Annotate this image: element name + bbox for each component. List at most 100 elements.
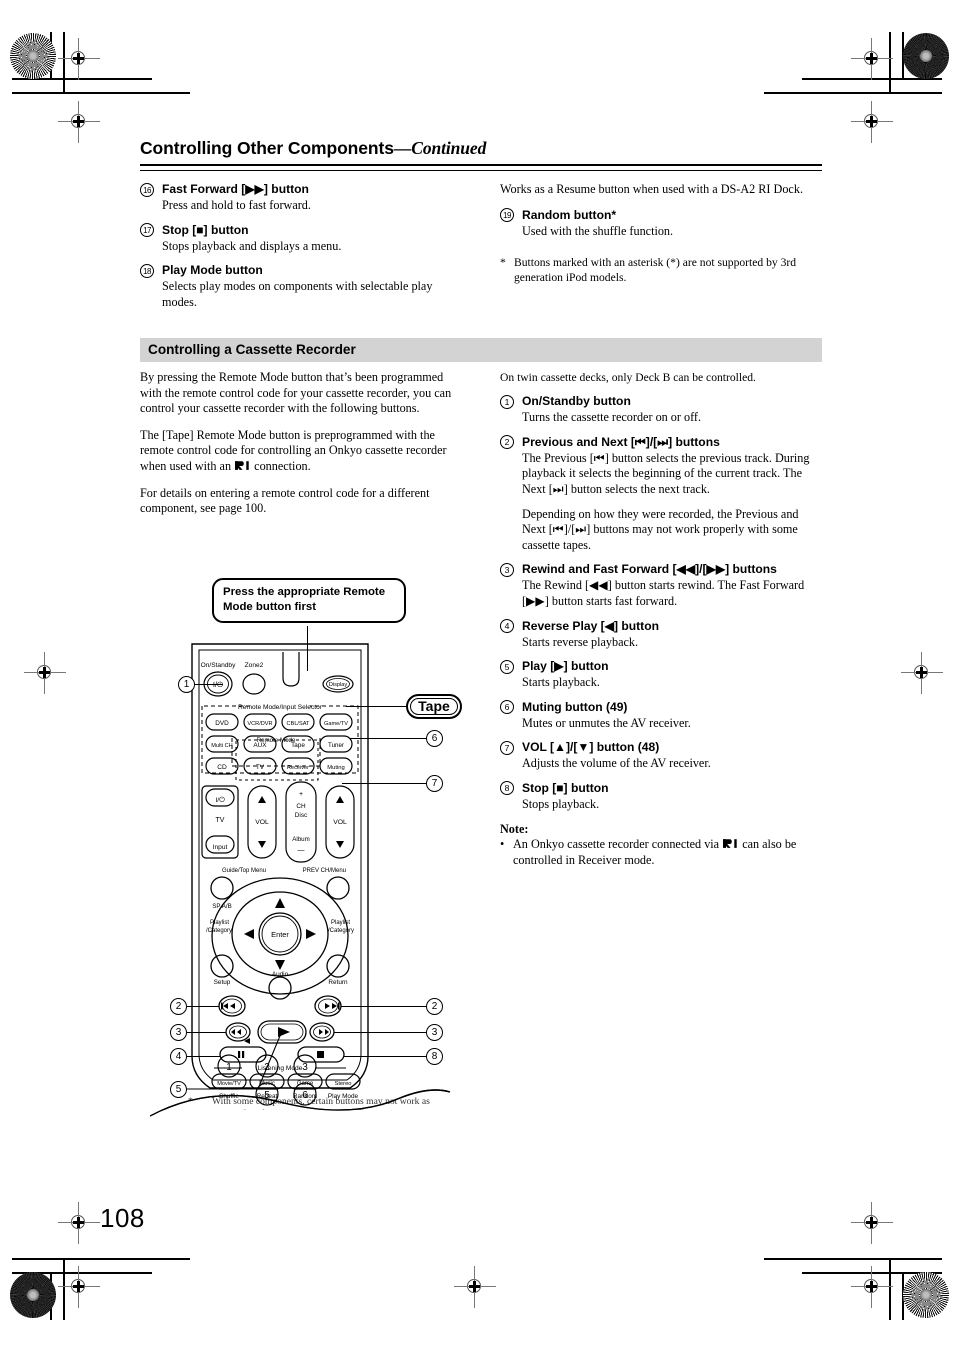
item-body-7: Adjusts the volume of the AV receiver. <box>522 756 711 771</box>
section-title: Controlling a Cassette Recorder <box>148 342 356 357</box>
item-heading-16: Fast Forward [▶▶] button <box>162 182 309 196</box>
resume-paragraph: Works as a Resume button when used with … <box>500 182 803 196</box>
list-item-16: 16 Fast Forward [▶▶] button Press and ho… <box>140 182 462 214</box>
torn-edge-graphic <box>150 1089 480 1134</box>
asterisk-footnote: * Buttons marked with an asterisk (*) ar… <box>500 255 822 285</box>
intro-paragraph-3: For details on entering a remote control… <box>140 485 430 516</box>
item-body-2-extra: Depending on how they were recorded, the… <box>522 506 799 552</box>
list-item-6: 6 Muting button (49) Mutes or unmutes th… <box>500 700 822 732</box>
item-number-19: 19 <box>500 208 514 223</box>
list-item-7: 7 VOL [▲]/[▼] button (48) Adjusts the vo… <box>500 740 822 772</box>
footnote-marker: * <box>500 256 506 270</box>
item-number-17: 17 <box>140 223 154 238</box>
header-rule-thick <box>140 164 822 167</box>
tape-callout-badge: Tape <box>406 694 462 719</box>
item-body-18: Selects play modes on components with se… <box>162 279 433 309</box>
crop-line-bl-h <box>12 1272 152 1274</box>
color-registration-starburst-bl <box>10 1272 56 1318</box>
item-heading-1: On/Standby button <box>522 394 631 409</box>
callout-bubble-3-right: 3 <box>426 1024 443 1041</box>
crop-line-br-h <box>802 1272 942 1274</box>
intro-paragraph-2b: connection. <box>251 458 311 473</box>
item-heading-18: Play Mode button <box>162 263 263 278</box>
crop-line-bl-v2 <box>63 1258 65 1320</box>
left-column-body: By pressing the Remote Mode button that’… <box>140 370 462 528</box>
callout-bubble-2-left: 2 <box>170 998 187 1015</box>
right-column-body: On twin cassette decks, only Deck B can … <box>500 370 822 868</box>
crop-line-tr-h <box>802 78 942 80</box>
registration-mark-mid-right <box>901 652 943 694</box>
page-title: Controlling Other Components—Continued <box>140 138 822 159</box>
crop-line-tr-v <box>902 32 904 80</box>
intro-paragraph-2: The [Tape] Remote Mode button is preprog… <box>140 428 462 475</box>
item-body-17: Stops playback and displays a menu. <box>162 238 342 253</box>
item-body-19: Used with the shuffle function. <box>522 223 674 238</box>
crop-line-bl-h2 <box>12 1258 190 1260</box>
callout-bubble-4: 4 <box>170 1048 187 1065</box>
header-rule-thin <box>140 169 822 171</box>
crop-line-br-v2 <box>889 1258 891 1320</box>
ri-logo-icon <box>234 460 251 471</box>
registration-mark-bottom-center <box>454 1266 496 1308</box>
list-item-8: 8 Stop [■] button Stops playback. <box>500 781 822 813</box>
svg-text:1: 1 <box>226 1062 232 1073</box>
list-item-17: 17 Stop [■] button Stops playback and di… <box>140 223 462 255</box>
callout-bubble-6: 6 <box>426 730 443 747</box>
page-number: 108 <box>100 1203 145 1233</box>
list-item-4: 4 Reverse Play [◀] button Starts reverse… <box>500 619 822 651</box>
item-body-4: Starts reverse playback. <box>522 634 639 649</box>
item-number-3: 3 <box>500 562 514 577</box>
item-number-7: 7 <box>500 740 514 755</box>
callout-line-1: Press the appropriate Remote <box>223 586 386 598</box>
item-number-2: 2 <box>500 435 514 450</box>
list-item-2: 2 Previous and Next [⏮]/[⏭] buttons The … <box>500 435 822 554</box>
list-item-5: 5 Play [▶] button Starts playback. <box>500 659 822 691</box>
registration-mark-mid-left <box>24 652 66 694</box>
crop-line-tr-v2 <box>889 32 891 94</box>
crop-line-br-h2 <box>764 1258 942 1260</box>
item-number-5: 5 <box>500 659 514 674</box>
registration-mark-top-right <box>851 38 893 80</box>
callout-press-remote-mode: Press the appropriate Remote Mode button… <box>212 578 406 623</box>
item-heading-19: Random button* <box>522 207 617 222</box>
item-body-6: Mutes or unmutes the AV receiver. <box>522 715 691 730</box>
right-column-top: Works as a Resume button when used with … <box>500 182 822 285</box>
callout-bubble-5: 5 <box>170 1081 187 1098</box>
registration-mark-bottom-right-2 <box>851 1266 893 1308</box>
intro-paragraph-1: By pressing the Remote Mode button that’… <box>140 370 452 416</box>
crop-line-br-v <box>902 1272 904 1320</box>
tape-callout-label: Tape <box>418 698 450 714</box>
color-registration-starburst-br <box>903 1272 949 1318</box>
note-block: Note: • An Onkyo cassette recorder connec… <box>500 822 822 869</box>
page-title-continued: —Continued <box>393 138 487 158</box>
item-number-18: 18 <box>140 263 154 278</box>
item-body-16: Press and hold to fast forward. <box>162 198 311 212</box>
ri-logo-icon-note <box>722 838 739 849</box>
registration-mark-top-left <box>58 38 100 80</box>
item-body-3: The Rewind [◀◀] button starts rewind. Th… <box>522 578 805 608</box>
item-heading-7: VOL [▲]/[▼] button (48) <box>522 740 660 755</box>
item-heading-17: Stop [■] button <box>162 222 249 237</box>
crop-line-tl-v <box>50 32 52 80</box>
item-heading-8: Stop [■] button <box>522 780 609 795</box>
crop-line-tl-v2 <box>63 32 65 94</box>
item-heading-5: Play [▶] button <box>522 659 609 674</box>
item-heading-4: Reverse Play [◀] button <box>522 618 659 633</box>
callout-line-2: Mode button first <box>223 601 317 613</box>
remote-control-diagram: Press the appropriate Remote Mode button… <box>150 578 480 1134</box>
page-title-main: Controlling Other Components <box>140 138 394 158</box>
list-item-1: 1 On/Standby button Turns the cassette r… <box>500 394 822 426</box>
registration-mark-bottom-left-2 <box>58 1266 100 1308</box>
item-number-1: 1 <box>500 394 514 409</box>
item-body-8: Stops playback. <box>522 796 600 811</box>
list-item-3: 3 Rewind and Fast Forward [◀◀]/[▶▶] butt… <box>500 562 822 609</box>
crop-line-tl-h2 <box>12 92 190 94</box>
list-item-18: 18 Play Mode button Selects play modes o… <box>140 263 462 310</box>
note-bullet-icon: • <box>500 837 505 852</box>
callout-bubble-3-left: 3 <box>170 1024 187 1041</box>
item-number-16: 16 <box>140 182 154 197</box>
svg-text:2: 2 <box>264 1062 270 1073</box>
registration-mark-bottom-right <box>851 1202 893 1244</box>
registration-mark-bottom-left <box>58 1202 100 1244</box>
note-text-a: An Onkyo cassette recorder connected via <box>513 837 723 852</box>
